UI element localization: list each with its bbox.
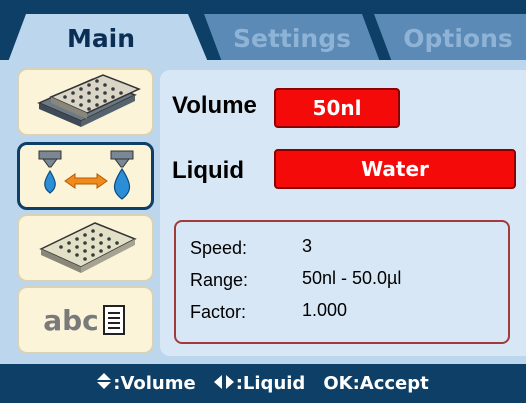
sidebar-item-label[interactable]: abc	[17, 286, 154, 354]
volume-value-field[interactable]: 50nl	[274, 88, 400, 128]
up-down-arrows-icon	[97, 373, 112, 394]
sidebar-item-liquid[interactable]	[17, 142, 154, 210]
volume-hint: :Volume	[97, 373, 196, 394]
liquid-hint: :Liquid	[213, 373, 306, 394]
tab-options-label: Options	[403, 23, 513, 53]
sidebar-item-plate-type[interactable]	[17, 214, 154, 282]
tilted-plate-icon	[38, 222, 137, 273]
range-value: 50nl - 50.0µl	[302, 268, 402, 288]
liquid-hint-text: :Liquid	[235, 373, 306, 394]
volume-label: Volume	[172, 92, 257, 119]
speed-value: 3	[302, 236, 313, 256]
left-right-arrows-icon	[213, 373, 234, 394]
microplate-icon	[36, 74, 141, 127]
accept-hint: OK:Accept	[323, 373, 428, 394]
liquid-info-box: Speed: 3 Range: 50nl - 50.0µl Factor: 1.…	[174, 220, 510, 344]
tab-options[interactable]: Options	[374, 14, 526, 62]
tab-main-label: Main	[66, 23, 136, 53]
tab-main[interactable]: Main	[8, 14, 208, 62]
abc-text: abc	[43, 303, 99, 337]
document-icon	[102, 305, 125, 335]
factor-value: 1.000	[302, 300, 348, 320]
key-hint-bar: :Volume :Liquid OK:Accept	[0, 364, 526, 403]
factor-label: Factor:	[190, 302, 247, 322]
volume-hint-text: :Volume	[113, 373, 196, 394]
liquid-value-field[interactable]: Water	[274, 149, 516, 189]
liquid-label: Liquid	[172, 157, 244, 184]
tab-settings[interactable]: Settings	[204, 14, 380, 62]
main-panel: abc Volume 50nl Liquid Water Speed: 3 Ra…	[0, 60, 526, 364]
tab-strip: Options Settings Main	[0, 0, 526, 62]
accept-hint-text: OK:Accept	[323, 373, 429, 394]
dispense-nozzles-icon	[38, 150, 133, 200]
range-label: Range:	[190, 270, 249, 290]
abc-label-icon: abc	[43, 304, 128, 337]
speed-label: Speed:	[190, 238, 248, 258]
content-area: Volume 50nl Liquid Water Speed: 3 Range:…	[160, 70, 526, 356]
sidebar-item-plate[interactable]	[17, 68, 154, 136]
tab-settings-label: Settings	[232, 23, 351, 53]
